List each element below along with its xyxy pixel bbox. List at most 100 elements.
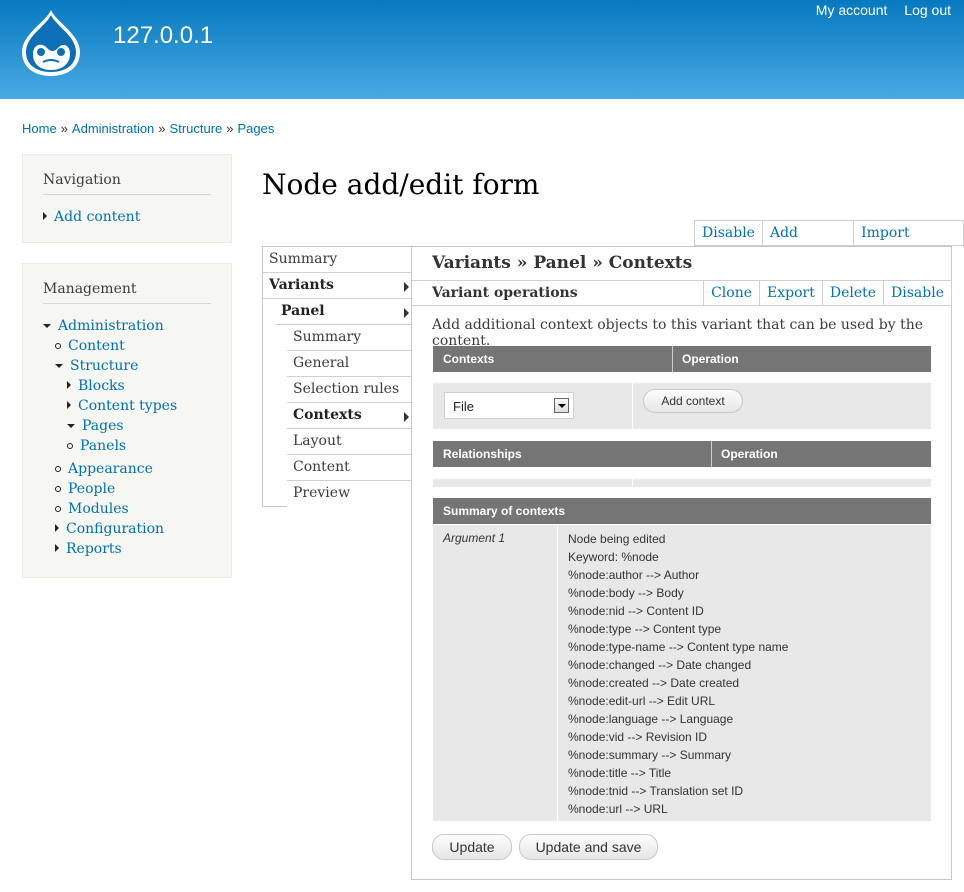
nav-panel-summary-label: Summary (293, 329, 362, 345)
import-variant-link[interactable]: Import variant (853, 221, 963, 265)
drupal-logo-icon[interactable] (18, 8, 84, 78)
menu-content[interactable]: Content (68, 338, 125, 354)
nav-layout-label: Layout (293, 433, 342, 449)
nav-contexts[interactable]: Contexts (287, 403, 411, 429)
disable-variant-link[interactable]: Disable (883, 281, 951, 305)
variant-operations-bar: Variant operations Clone Export Delete D… (412, 280, 952, 306)
menu-modules[interactable]: Modules (68, 501, 129, 517)
keyword-line: %node:nid --> Content ID (568, 604, 704, 618)
disable-link[interactable]: Disable (695, 221, 762, 245)
leaf-bullet-icon (67, 443, 73, 449)
collapsed-arrow-icon (67, 401, 71, 409)
delete-link[interactable]: Delete (821, 281, 883, 305)
add-context-row: File Add context (433, 383, 931, 429)
menu-people[interactable]: People (68, 481, 115, 497)
keyword-line: %node:changed --> Date changed (568, 658, 752, 672)
menu-structure[interactable]: Structure (70, 358, 138, 374)
update-button[interactable]: Update (432, 834, 512, 860)
menu-configuration[interactable]: Configuration (66, 521, 164, 537)
collapsed-arrow-icon (67, 381, 71, 389)
keyword-line: %node:edit-url --> Edit URL (568, 694, 716, 708)
collapsed-arrow-icon (55, 524, 59, 532)
keyword-line: %node:created --> Date created (568, 676, 740, 690)
nav-preview[interactable]: Preview (287, 481, 411, 507)
nav-variants-label: Variants (269, 277, 334, 293)
summary-table-body: Argument 1 Node being edited Keyword: %n… (433, 525, 931, 821)
site-name[interactable]: 127.0.0.1 (113, 22, 213, 50)
management-block: Management Administration Content Struct… (22, 263, 232, 578)
menu-blocks[interactable]: Blocks (78, 378, 125, 394)
keyword-line: Node being edited (568, 532, 666, 546)
nav-panel-summary[interactable]: Summary (287, 325, 411, 351)
management-title: Management (43, 281, 211, 304)
my-account-link[interactable]: My account (816, 2, 888, 18)
context-type-select[interactable]: File (444, 392, 574, 419)
nav-general[interactable]: General (287, 351, 411, 377)
operation-column-header: Operation (682, 352, 739, 366)
summary-header: Summary of contexts (443, 504, 566, 518)
add-variant-link[interactable]: Add variant (761, 221, 853, 265)
breadcrumb-structure[interactable]: Structure (170, 121, 223, 136)
expand-arrow-icon (404, 282, 409, 292)
nav-preview-label: Preview (293, 485, 351, 501)
nav-layout[interactable]: Layout (287, 429, 411, 455)
breadcrumb-administration[interactable]: Administration (72, 121, 154, 136)
leaf-bullet-icon (55, 343, 61, 349)
argument-label: Argument 1 (443, 531, 506, 545)
nav-panel[interactable]: Panel (275, 299, 411, 325)
clone-link[interactable]: Clone (704, 281, 759, 305)
menu-reports[interactable]: Reports (66, 541, 122, 557)
logout-link[interactable]: Log out (904, 2, 951, 18)
relationships-column-header: Relationships (443, 447, 522, 461)
relationships-table-header: Relationships Operation (433, 441, 931, 467)
nav-summary-label: Summary (269, 251, 338, 267)
keyword-line: %node:tnid --> Translation set ID (568, 784, 744, 798)
menu-pages[interactable]: Pages (82, 418, 124, 434)
expand-arrow-icon (404, 412, 409, 422)
keyword-line: %node:url --> URL (568, 802, 668, 816)
nav-add-content[interactable]: Add content (54, 209, 140, 225)
breadcrumb: Home» Administration» Structure» Pages (22, 121, 275, 136)
menu-administration[interactable]: Administration (58, 318, 164, 334)
variant-operations-title: Variant operations (432, 285, 578, 301)
nav-selection-rules-label: Selection rules (293, 381, 400, 397)
nav-general-label: General (293, 355, 350, 371)
nav-variants[interactable]: Variants (263, 273, 411, 299)
expanded-arrow-icon (43, 324, 51, 328)
leaf-bullet-icon (55, 466, 61, 472)
keyword-line: %node:vid --> Revision ID (568, 730, 708, 744)
keyword-line: %node:type-name --> Content type name (568, 640, 789, 654)
menu-content-types[interactable]: Content types (78, 398, 177, 414)
breadcrumb-home[interactable]: Home (22, 121, 57, 136)
dropdown-arrow-icon[interactable] (554, 398, 569, 413)
secondary-menu: My account Log out (803, 2, 951, 18)
relationships-empty-row (433, 479, 931, 487)
update-and-save-button[interactable]: Update and save (519, 834, 658, 860)
nav-contexts-label: Contexts (293, 407, 362, 423)
page-title: Node add/edit form (262, 168, 540, 201)
menu-appearance[interactable]: Appearance (68, 461, 153, 477)
summary-table-header: Summary of contexts (433, 498, 931, 524)
context-type-value: File (453, 399, 474, 414)
variant-operations-links: Clone Export Delete Disable (703, 280, 952, 306)
panel-heading: Variants » Panel » Contexts (432, 253, 693, 273)
export-link[interactable]: Export (759, 281, 822, 305)
page-manager-nav: Summary Variants Panel Summary General S… (262, 246, 412, 507)
nav-selection-rules[interactable]: Selection rules (287, 377, 411, 403)
expand-arrow-icon (404, 308, 409, 318)
keyword-line: %node:author --> Author (568, 568, 700, 582)
nav-content[interactable]: Content (287, 455, 411, 481)
add-context-button[interactable]: Add context (643, 389, 743, 413)
expanded-arrow-icon (55, 364, 63, 368)
contexts-panel: Variants » Panel » Contexts Variant oper… (411, 246, 952, 880)
leaf-bullet-icon (55, 506, 61, 512)
menu-panels[interactable]: Panels (80, 438, 126, 454)
navigation-block: Navigation Add content (22, 154, 232, 243)
keyword-line: Keyword: %node (568, 550, 659, 564)
variant-actions-bar: Disable Add variant Import variant (694, 220, 964, 265)
keyword-line: %node:language --> Language (568, 712, 734, 726)
nav-summary[interactable]: Summary (263, 247, 411, 273)
breadcrumb-pages[interactable]: Pages (238, 121, 275, 136)
nav-content-label: Content (293, 459, 350, 475)
nav-panel-label: Panel (281, 303, 325, 319)
